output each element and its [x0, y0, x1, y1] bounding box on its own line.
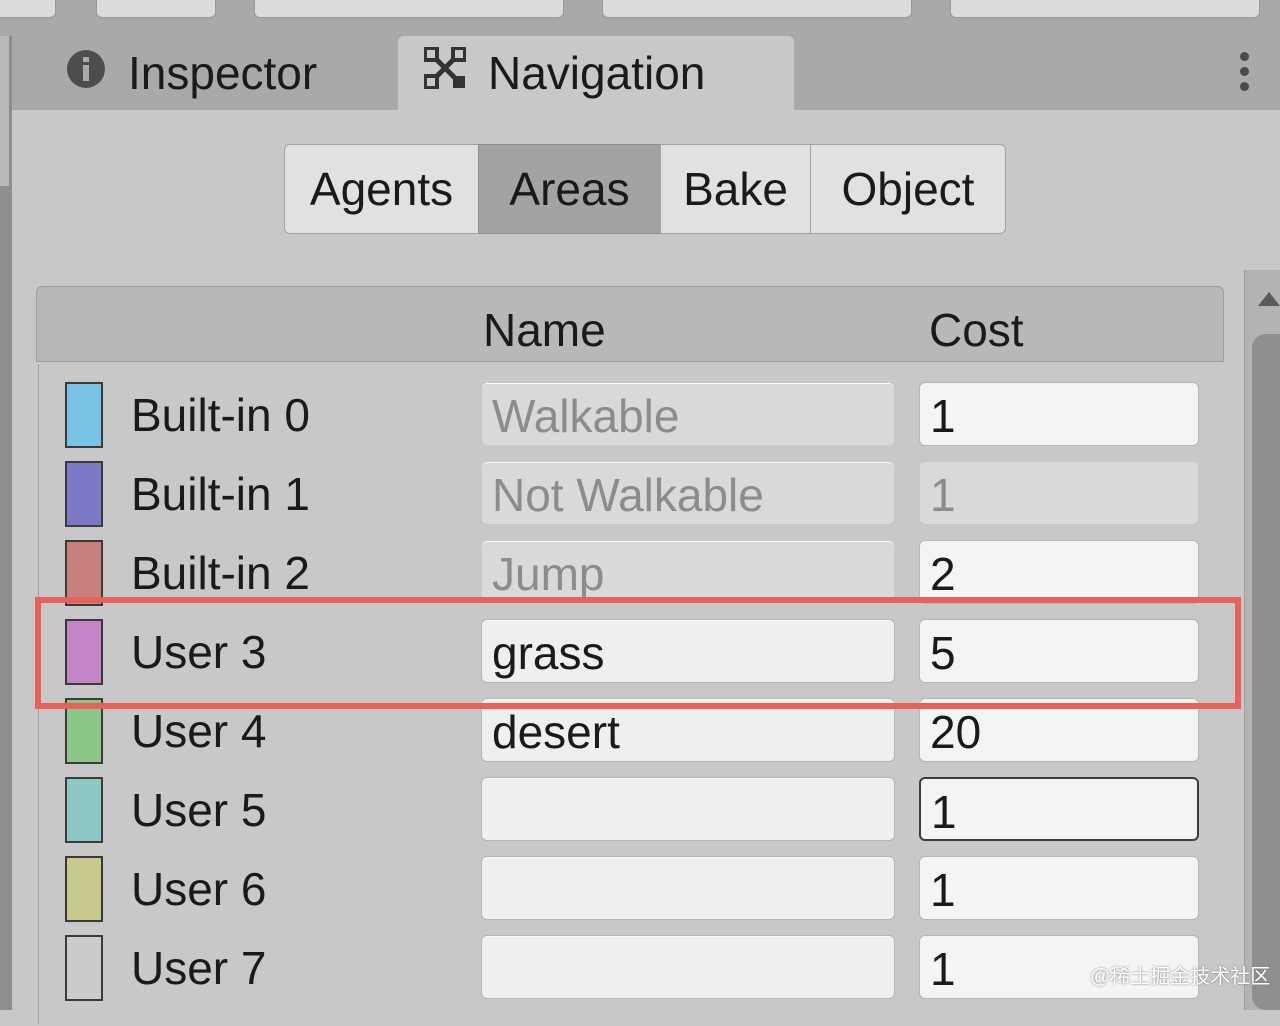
- scroll-up-arrow-icon[interactable]: [1258, 292, 1280, 306]
- scrollbar-thumb[interactable]: [1252, 334, 1280, 1010]
- cost-column-header: Cost: [929, 304, 1024, 356]
- area-label: Built-in 1: [131, 468, 310, 520]
- tab-inspector[interactable]: Inspector: [22, 36, 403, 110]
- navmesh-icon: [423, 46, 467, 100]
- area-color-swatch[interactable]: [65, 935, 103, 1001]
- toolbar-button[interactable]: [0, 0, 56, 18]
- top-toolbar-strip: [0, 0, 1280, 36]
- area-color-swatch[interactable]: [65, 461, 103, 527]
- tab-bake[interactable]: Bake: [660, 144, 810, 234]
- areas-table: Name Cost Built-in 0 Walkable 1 Built-in…: [36, 286, 1226, 1026]
- window-tab-bar: Inspector Navigation: [12, 36, 1280, 110]
- table-row: Built-in 0 Walkable 1: [39, 380, 1223, 459]
- toolbar-button[interactable]: [602, 0, 912, 18]
- tab-inspector-label: Inspector: [128, 47, 318, 99]
- toolbar-button[interactable]: [950, 0, 1260, 18]
- area-label: User 6: [131, 863, 267, 915]
- area-color-swatch[interactable]: [65, 619, 103, 685]
- area-name-field[interactable]: [481, 935, 895, 999]
- table-row: User 4 desert 20: [39, 696, 1223, 775]
- watermark: @稀土掘金技术社区: [1090, 966, 1271, 988]
- table-row: User 6 1: [39, 854, 1223, 933]
- area-color-swatch[interactable]: [65, 777, 103, 843]
- toolbar-button[interactable]: [96, 0, 216, 18]
- navigation-mode-tabs: Agents Areas Bake Object: [284, 144, 1006, 236]
- area-color-swatch[interactable]: [65, 382, 103, 448]
- area-name-field: Not Walkable: [481, 461, 895, 525]
- table-row: Built-in 1 Not Walkable 1: [39, 459, 1223, 538]
- area-name-field[interactable]: [481, 777, 895, 841]
- toolbar-button[interactable]: [254, 0, 564, 18]
- table-row: User 3 grass 5: [39, 617, 1223, 696]
- table-header: Name Cost: [36, 286, 1224, 362]
- tab-navigation[interactable]: Navigation: [398, 36, 794, 110]
- area-cost-field[interactable]: 20: [919, 698, 1199, 762]
- area-label: Built-in 2: [131, 547, 310, 599]
- area-color-swatch[interactable]: [65, 856, 103, 922]
- area-cost-field[interactable]: 1: [919, 777, 1199, 841]
- tab-navigation-label: Navigation: [488, 47, 706, 99]
- area-cost-field[interactable]: 5: [919, 619, 1199, 683]
- area-cost-field[interactable]: 1: [919, 856, 1199, 920]
- area-color-swatch[interactable]: [65, 698, 103, 764]
- table-row: User 7 1: [39, 933, 1223, 1012]
- area-name-field[interactable]: grass: [481, 619, 895, 683]
- area-label: User 7: [131, 942, 267, 994]
- area-cost-field: 1: [919, 461, 1199, 525]
- table-row: User 5 1: [39, 775, 1223, 854]
- area-color-swatch[interactable]: [65, 540, 103, 606]
- more-options-icon[interactable]: [1240, 52, 1250, 97]
- area-label: User 5: [131, 784, 267, 836]
- area-cost-field[interactable]: 2: [919, 540, 1199, 604]
- tab-agents[interactable]: Agents: [284, 144, 478, 234]
- left-panel-edge: [0, 36, 12, 1010]
- area-name-field[interactable]: desert: [481, 698, 895, 762]
- area-label: User 4: [131, 705, 267, 757]
- area-name-field: Walkable: [481, 382, 895, 446]
- area-cost-field[interactable]: 1: [919, 382, 1199, 446]
- tab-object[interactable]: Object: [810, 144, 1006, 234]
- area-name-field[interactable]: [481, 856, 895, 920]
- info-icon: [66, 46, 106, 100]
- area-label: Built-in 0: [131, 389, 310, 441]
- area-label: User 3: [131, 626, 267, 678]
- table-body: Built-in 0 Walkable 1 Built-in 1 Not Wal…: [38, 364, 1223, 1024]
- table-row: Built-in 2 Jump 2: [39, 538, 1223, 617]
- area-name-field: Jump: [481, 540, 895, 604]
- tab-areas[interactable]: Areas: [478, 144, 660, 234]
- name-column-header: Name: [483, 304, 606, 356]
